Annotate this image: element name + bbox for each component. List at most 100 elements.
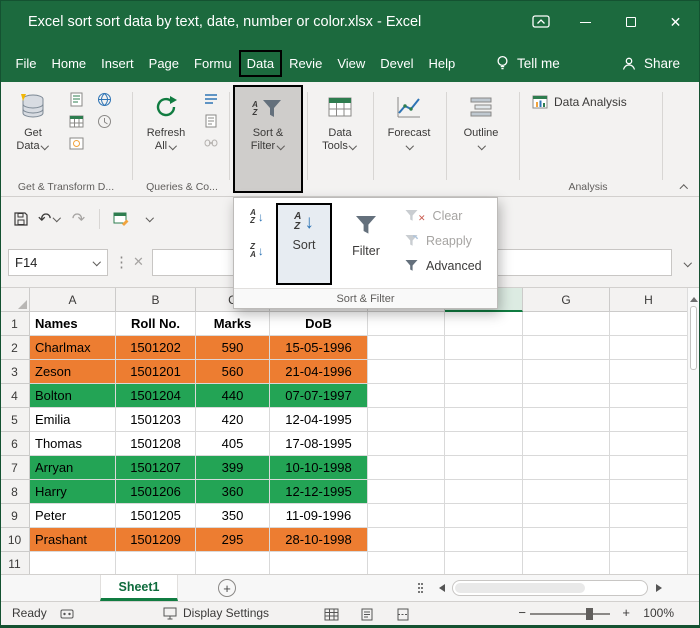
cell-c11[interactable] xyxy=(196,552,270,576)
cell-f2[interactable] xyxy=(445,336,523,360)
sheet-tab-sheet1[interactable]: Sheet1 xyxy=(100,575,178,601)
from-web-icon[interactable] xyxy=(94,91,114,107)
cell-e8[interactable] xyxy=(368,480,445,504)
cell-e5[interactable] xyxy=(368,408,445,432)
from-table-icon[interactable] xyxy=(66,113,86,129)
cell-g1[interactable] xyxy=(523,312,610,336)
collapse-ribbon-icon[interactable] xyxy=(678,182,688,191)
cell-e2[interactable] xyxy=(368,336,445,360)
cancel-icon[interactable]: ✕ xyxy=(133,254,144,270)
row-header-7[interactable]: 7 xyxy=(0,456,30,480)
refresh-all-button[interactable]: Refresh All xyxy=(137,89,195,153)
cell-f5[interactable] xyxy=(445,408,523,432)
cell-g9[interactable] xyxy=(523,504,610,528)
row-header-5[interactable]: 5 xyxy=(0,408,30,432)
normal-view-icon[interactable] xyxy=(322,606,340,622)
row-header-4[interactable]: 4 xyxy=(0,384,30,408)
new-sheet-button[interactable]: + xyxy=(218,579,236,597)
clear-button[interactable]: ✕ Clear xyxy=(404,204,496,227)
scroll-right-button[interactable] xyxy=(652,581,666,595)
data-tools-button[interactable]: Data Tools xyxy=(311,89,369,153)
cell-b4[interactable]: 1501204 xyxy=(116,384,196,408)
cell-b5[interactable]: 1501203 xyxy=(116,408,196,432)
cell-e4[interactable] xyxy=(368,384,445,408)
cell-h1[interactable] xyxy=(610,312,688,336)
cell-h8[interactable] xyxy=(610,480,688,504)
sort-filter-ribbon-button[interactable]: AZ Sort & Filter xyxy=(233,85,303,193)
recent-sources-icon[interactable] xyxy=(94,113,114,129)
cell-d7[interactable]: 10-10-1998 xyxy=(270,456,368,480)
page-break-view-icon[interactable] xyxy=(394,606,412,622)
tell-me-button[interactable]: Tell me xyxy=(495,44,560,82)
cell-d1[interactable]: DoB xyxy=(270,312,368,336)
zoom-out-button[interactable]: − xyxy=(518,605,526,620)
cell-e10[interactable] xyxy=(368,528,445,552)
row-header-2[interactable]: 2 xyxy=(0,336,30,360)
sort-button[interactable]: AZ ↓ Sort xyxy=(276,203,332,285)
menu-tab-revie[interactable]: Revie xyxy=(282,50,330,77)
undo-button[interactable]: ↶ xyxy=(38,206,61,232)
cell-h6[interactable] xyxy=(610,432,688,456)
menu-tab-home[interactable]: Home xyxy=(44,50,94,77)
menu-tab-view[interactable]: View xyxy=(330,50,373,77)
cell-g11[interactable] xyxy=(523,552,610,576)
cell-b9[interactable]: 1501205 xyxy=(116,504,196,528)
macro-record-icon[interactable] xyxy=(58,606,76,622)
cell-d4[interactable]: 07-07-1997 xyxy=(270,384,368,408)
tab-splitter-handle-icon[interactable] xyxy=(418,583,420,585)
cell-e11[interactable] xyxy=(368,552,445,576)
cell-h4[interactable] xyxy=(610,384,688,408)
cell-h11[interactable] xyxy=(610,552,688,576)
scroll-up-icon[interactable] xyxy=(690,293,698,302)
vertical-scrollbar-thumb[interactable] xyxy=(690,306,697,370)
cell-a9[interactable]: Peter xyxy=(30,504,116,528)
row-header-8[interactable]: 8 xyxy=(0,480,30,504)
cell-g3[interactable] xyxy=(523,360,610,384)
cell-b6[interactable]: 1501208 xyxy=(116,432,196,456)
cell-g5[interactable] xyxy=(523,408,610,432)
cell-g4[interactable] xyxy=(523,384,610,408)
cell-c2[interactable]: 590 xyxy=(196,336,270,360)
horizontal-scrollbar[interactable] xyxy=(452,580,648,596)
advanced-button[interactable]: Advanced xyxy=(404,254,496,277)
scroll-left-button[interactable] xyxy=(434,581,448,595)
formula-bar-expand-icon[interactable] xyxy=(682,259,692,268)
cell-a10[interactable]: Prashant xyxy=(30,528,116,552)
data-analysis-button[interactable]: Data Analysis xyxy=(532,94,627,110)
select-all-button[interactable] xyxy=(0,288,30,312)
cell-f3[interactable] xyxy=(445,360,523,384)
customize-qat-button[interactable] xyxy=(138,206,160,232)
column-header-g[interactable]: G xyxy=(523,288,610,312)
cell-g10[interactable] xyxy=(523,528,610,552)
edit-links-icon[interactable] xyxy=(201,135,221,151)
cell-b11[interactable] xyxy=(116,552,196,576)
cell-d11[interactable] xyxy=(270,552,368,576)
minimize-button[interactable] xyxy=(563,0,608,44)
cell-c5[interactable]: 420 xyxy=(196,408,270,432)
cell-c9[interactable]: 350 xyxy=(196,504,270,528)
cell-h2[interactable] xyxy=(610,336,688,360)
sort-a-to-z-button[interactable]: AZ ↓ xyxy=(242,204,272,230)
cell-f1[interactable] xyxy=(445,312,523,336)
cell-a6[interactable]: Thomas xyxy=(30,432,116,456)
cell-f11[interactable] xyxy=(445,552,523,576)
column-header-h[interactable]: H xyxy=(610,288,688,312)
zoom-level[interactable]: 100% xyxy=(636,606,674,620)
cell-a7[interactable]: Arryan xyxy=(30,456,116,480)
cell-h3[interactable] xyxy=(610,360,688,384)
forecast-button[interactable]: Forecast xyxy=(378,89,440,153)
cell-b10[interactable]: 1501209 xyxy=(116,528,196,552)
cell-c1[interactable]: Marks xyxy=(196,312,270,336)
cell-d9[interactable]: 11-09-1996 xyxy=(270,504,368,528)
page-layout-view-icon[interactable] xyxy=(358,606,376,622)
cell-d8[interactable]: 12-12-1995 xyxy=(270,480,368,504)
cell-b8[interactable]: 1501206 xyxy=(116,480,196,504)
properties-icon[interactable] xyxy=(201,113,221,129)
cell-f7[interactable] xyxy=(445,456,523,480)
filter-button[interactable]: Filter xyxy=(338,203,394,285)
get-data-button[interactable]: Get Data xyxy=(6,89,60,153)
from-text-icon[interactable] xyxy=(66,91,86,107)
cell-d6[interactable]: 17-08-1995 xyxy=(270,432,368,456)
cell-f4[interactable] xyxy=(445,384,523,408)
column-header-a[interactable]: A xyxy=(30,288,116,312)
